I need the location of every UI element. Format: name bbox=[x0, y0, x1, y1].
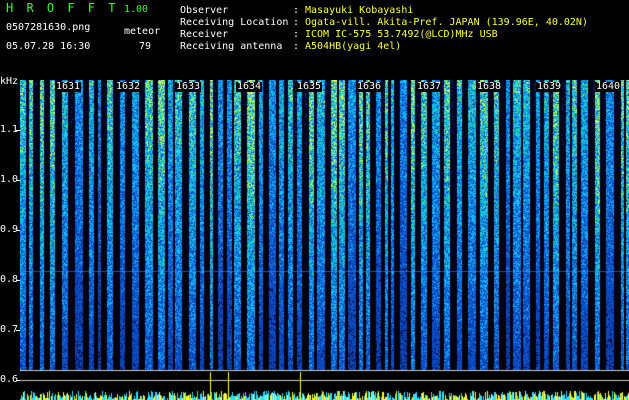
minute-marker: 1633 bbox=[175, 81, 202, 92]
observer-value: Masayuki Kobayashi bbox=[305, 5, 414, 16]
minute-marker: 1636 bbox=[356, 81, 383, 92]
minute-marker: 1639 bbox=[536, 81, 563, 92]
location-sep: : bbox=[293, 17, 300, 28]
observer-label: Observer bbox=[180, 5, 229, 16]
receiver-sep: : bbox=[293, 29, 300, 40]
minute-marker: 1638 bbox=[476, 81, 503, 92]
observer-sep: : bbox=[293, 5, 300, 16]
spectrogram bbox=[20, 80, 629, 400]
minute-marker: 1634 bbox=[236, 81, 263, 92]
meteor-label: meteor bbox=[124, 26, 161, 37]
axis-unit: kHz bbox=[0, 76, 19, 87]
location-label: Receiving Location bbox=[180, 17, 289, 28]
minute-marker: 1635 bbox=[296, 81, 323, 92]
antenna-value: A504HB(yagi 4el) bbox=[305, 41, 402, 52]
date-time: 05.07.28 16:30 bbox=[6, 41, 91, 52]
receiver-value: ICOM IC-575 53.7492(@LCD)MHz USB bbox=[305, 29, 498, 40]
antenna-label: Receiving antenna bbox=[180, 41, 283, 52]
app-version: 1.00 bbox=[124, 4, 149, 15]
minute-marker: 1637 bbox=[416, 81, 443, 92]
file-name: 0507281630.png bbox=[6, 22, 91, 33]
minute-marker: 1631 bbox=[55, 81, 82, 92]
minute-marker: 1640 bbox=[595, 81, 622, 92]
meteor-count: 79 bbox=[139, 41, 152, 52]
location-value: Ogata-vill. Akita-Pref. JAPAN (139.96E, … bbox=[305, 17, 588, 28]
app-name: H R O F F T bbox=[6, 1, 119, 15]
receiver-label: Receiver bbox=[180, 29, 229, 40]
frequency-axis: kHz 1.1 1.0 0.9 0.8 0.7 0.6 bbox=[0, 76, 20, 400]
spectrogram-canvas bbox=[20, 80, 629, 400]
minute-marker: 1632 bbox=[115, 81, 142, 92]
antenna-sep: : bbox=[293, 41, 300, 52]
